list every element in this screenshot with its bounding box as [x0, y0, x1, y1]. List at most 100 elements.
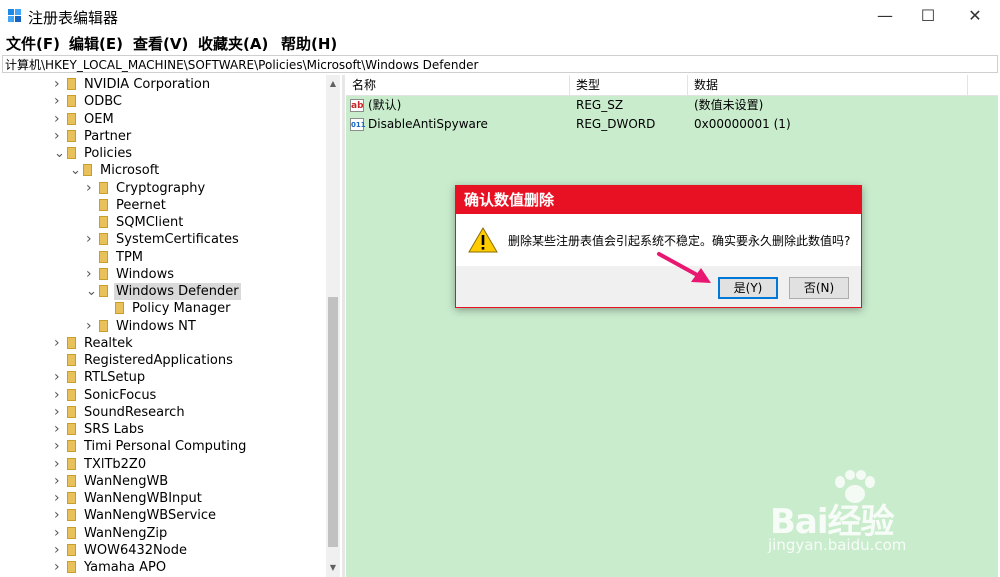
tree-item[interactable]: › NVIDIA Corporation: [54, 76, 212, 93]
tree-item[interactable]: › WanNengWBInput: [54, 490, 204, 507]
folder-icon: [99, 267, 108, 280]
tree-item[interactable]: › TXlTb2Z0: [54, 456, 148, 473]
close-button[interactable]: ✕: [952, 0, 998, 32]
chevron-right-icon[interactable]: ›: [86, 266, 96, 283]
chevron-right-icon[interactable]: ›: [54, 525, 64, 542]
tree-item[interactable]: › Realtek: [54, 335, 135, 352]
watermark: Bai经验 jingyan.baidu.com: [760, 470, 990, 570]
column-name[interactable]: 名称: [346, 75, 570, 95]
value-row[interactable]: ab (默认) REG_SZ (数值未设置): [346, 96, 998, 115]
column-type[interactable]: 类型: [570, 75, 688, 95]
value-row[interactable]: 011 DisableAntiSpyware REG_DWORD 0x00000…: [346, 115, 998, 134]
chevron-right-icon[interactable]: ›: [54, 559, 64, 576]
menu-view[interactable]: 查看(V): [133, 33, 188, 54]
tree-item[interactable]: Policy Manager: [102, 300, 233, 317]
chevron-right-icon[interactable]: ›: [54, 387, 64, 404]
dialog-title: 确认数值删除: [456, 186, 861, 214]
chevron-right-icon[interactable]: ›: [54, 369, 64, 386]
tree-item[interactable]: TPM: [86, 249, 145, 266]
dialog-message: 删除某些注册表值会引起系统不稳定。确实要永久删除此数值吗?: [508, 234, 851, 248]
tree-item[interactable]: › SystemCertificates: [86, 231, 241, 248]
tree-item[interactable]: › WanNengZip: [54, 525, 169, 542]
chevron-right-icon[interactable]: ›: [54, 507, 64, 524]
tree-item[interactable]: › WOW6432Node: [54, 542, 189, 559]
folder-icon: [67, 457, 76, 470]
tree-item[interactable]: ⌄ Windows Defender: [86, 283, 241, 300]
menu-file[interactable]: 文件(F): [6, 33, 60, 54]
chevron-down-icon[interactable]: ⌄: [86, 283, 97, 300]
tree-item[interactable]: › Yamaha APO: [54, 559, 168, 576]
chevron-right-icon[interactable]: ›: [54, 404, 64, 421]
tree-item-label: SoundResearch: [84, 404, 185, 420]
chevron-right-icon[interactable]: ›: [54, 438, 64, 455]
value-name: DisableAntiSpyware: [368, 117, 488, 131]
tree-item-label: TPM: [116, 249, 143, 265]
column-data[interactable]: 数据: [688, 75, 968, 95]
tree-item[interactable]: › WanNengWBService: [54, 507, 218, 524]
value-data: 0x00000001 (1): [694, 117, 791, 131]
tree-scrollbar[interactable]: ▲ ▼: [326, 75, 340, 577]
folder-icon: [67, 492, 76, 504]
address-bar[interactable]: 计算机\HKEY_LOCAL_MACHINE\SOFTWARE\Policies…: [2, 55, 998, 73]
tree-item[interactable]: › SoundResearch: [54, 404, 187, 421]
menu-favorites[interactable]: 收藏夹(A): [198, 33, 268, 54]
pane-splitter[interactable]: [342, 75, 345, 577]
watermark-url: jingyan.baidu.com: [768, 536, 907, 554]
value-type: REG_DWORD: [576, 117, 656, 131]
menu-help[interactable]: 帮助(H): [281, 33, 337, 54]
tree-item-label: Realtek: [84, 335, 133, 351]
chevron-right-icon[interactable]: ›: [54, 473, 64, 490]
tree-item[interactable]: Peernet: [86, 197, 168, 214]
tree-item[interactable]: › Windows: [86, 266, 176, 283]
tree-item-label: Yamaha APO: [84, 560, 167, 575]
chevron-right-icon[interactable]: ›: [86, 318, 96, 335]
chevron-right-icon[interactable]: ›: [86, 231, 96, 248]
tree-item[interactable]: › ODBC: [54, 93, 124, 110]
tree-item-label: WanNengWBService: [84, 508, 217, 524]
tree-item-label: Windows Defender: [114, 283, 241, 300]
folder-icon: [99, 181, 108, 194]
folder-icon: [67, 147, 76, 159]
tree-item[interactable]: › SRS Labs: [54, 421, 146, 438]
tree-item[interactable]: RegisteredApplications: [54, 352, 235, 369]
chevron-right-icon[interactable]: ›: [54, 76, 64, 93]
tree-item[interactable]: ⌄ Policies: [54, 145, 134, 162]
chevron-right-icon[interactable]: ›: [54, 128, 64, 145]
chevron-right-icon[interactable]: ›: [54, 456, 64, 473]
tree-item-label: RTLSetup: [84, 370, 146, 386]
tree-item[interactable]: › Timi Personal Computing: [54, 438, 248, 455]
menu-edit[interactable]: 编辑(E): [69, 33, 123, 54]
tree-item[interactable]: › RTLSetup: [54, 369, 147, 386]
chevron-right-icon[interactable]: ›: [54, 490, 64, 507]
folder-icon: [115, 302, 124, 315]
tree-item[interactable]: ⌄ Microsoft: [70, 162, 161, 179]
maximize-icon: ☐: [920, 6, 936, 25]
tree-item[interactable]: › SonicFocus: [54, 387, 158, 404]
chevron-right-icon[interactable]: ›: [54, 93, 64, 110]
tree-item[interactable]: › Cryptography: [86, 180, 207, 197]
chevron-right-icon[interactable]: ›: [54, 421, 64, 438]
tree-item[interactable]: SQMClient: [86, 214, 185, 231]
list-header: 名称 类型 数据: [346, 75, 998, 96]
maximize-button[interactable]: ☐: [905, 0, 951, 32]
tree-item[interactable]: › WanNengWB: [54, 473, 170, 490]
folder-icon: [67, 95, 76, 108]
folder-icon: [99, 216, 108, 228]
chevron-right-icon[interactable]: ›: [54, 111, 64, 128]
chevron-right-icon[interactable]: ›: [54, 335, 64, 352]
chevron-down-icon[interactable]: ⌄: [70, 162, 81, 179]
minimize-button[interactable]: —: [862, 0, 908, 32]
scroll-down-icon[interactable]: ▼: [326, 561, 340, 575]
scroll-up-icon[interactable]: ▲: [326, 77, 340, 91]
chevron-right-icon[interactable]: ›: [86, 180, 96, 197]
no-button[interactable]: 否(N): [789, 277, 849, 299]
tree-item[interactable]: › Windows NT: [86, 318, 198, 335]
tree-item[interactable]: › OEM: [54, 111, 116, 128]
tree-item[interactable]: › Partner: [54, 128, 133, 145]
chevron-down-icon[interactable]: ⌄: [54, 145, 65, 162]
yes-button[interactable]: 是(Y): [718, 277, 778, 299]
chevron-right-icon[interactable]: ›: [54, 542, 64, 559]
scroll-thumb[interactable]: [328, 297, 338, 547]
tree-item-label: SonicFocus: [84, 387, 157, 403]
folder-icon: [67, 112, 76, 125]
